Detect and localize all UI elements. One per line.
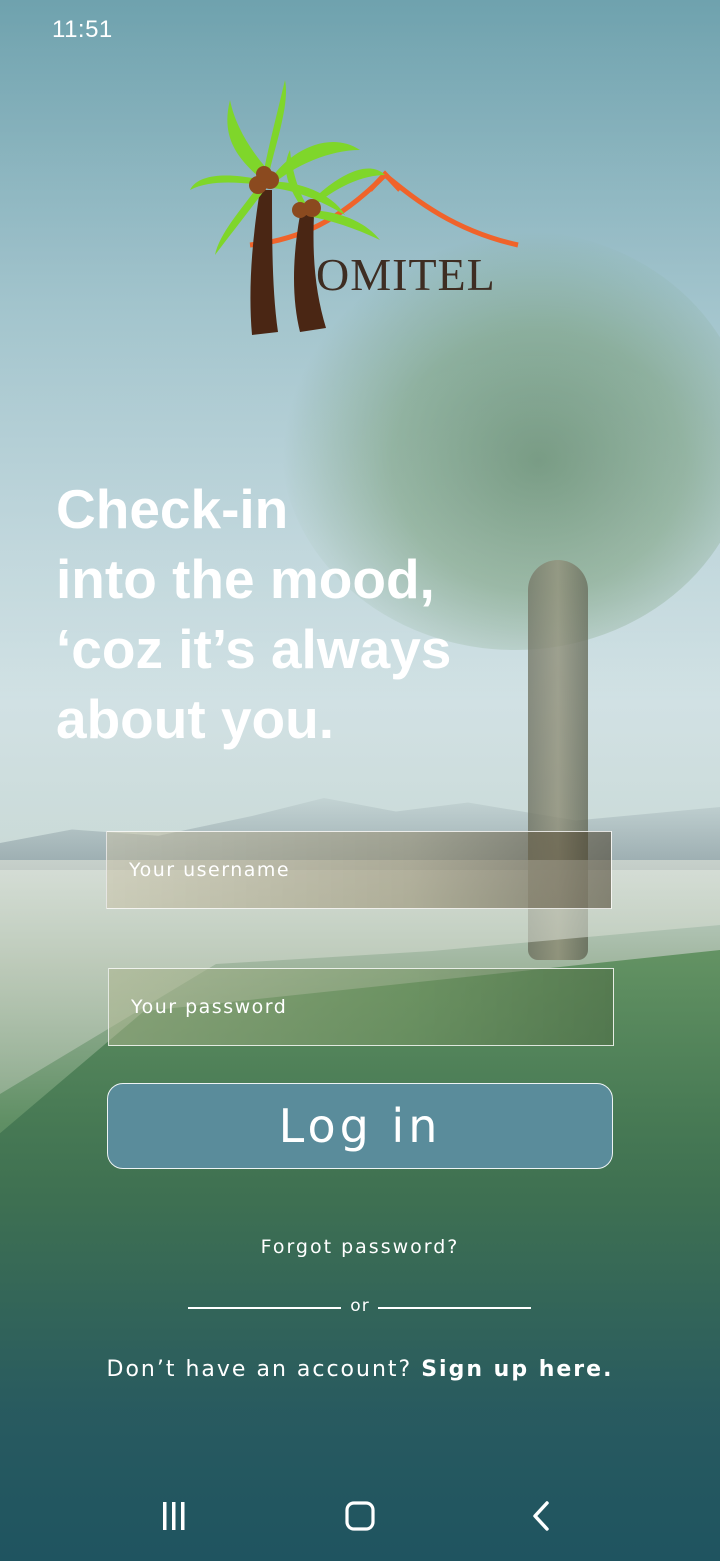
back-icon [533, 1501, 549, 1531]
forgot-password-link[interactable]: Forgot password? [0, 1236, 720, 1258]
username-input[interactable] [107, 832, 611, 908]
divider-line-left [188, 1307, 341, 1309]
recents-button[interactable] [144, 1494, 204, 1538]
status-bar-time: 11:51 [52, 16, 113, 43]
login-button[interactable]: Log in [107, 1083, 613, 1169]
username-field[interactable] [106, 831, 612, 909]
logo-trunk-left-icon [250, 190, 278, 335]
signup-link[interactable]: Sign up here. [421, 1357, 613, 1382]
tagline-line: into the mood, [56, 548, 435, 610]
signup-row: Don’t have an account? Sign up here. [0, 1357, 720, 1382]
divider-or: or [350, 1296, 370, 1316]
tagline-line: ‘coz it’s always [56, 618, 452, 680]
back-button[interactable] [512, 1494, 572, 1538]
password-input[interactable] [109, 969, 613, 1045]
password-field[interactable] [108, 968, 614, 1046]
logo [190, 80, 519, 335]
home-icon [345, 1501, 375, 1531]
tagline-line: Check-in [56, 478, 289, 540]
recents-icon [163, 1502, 185, 1530]
logo-wordmark: OMITEL [316, 249, 496, 300]
logo-palm-leaves-icon [190, 80, 385, 255]
signup-prompt: Don’t have an account? [106, 1357, 413, 1382]
tagline-line: about you. [56, 688, 335, 750]
tagline: Check-in into the mood, ‘coz it’s always… [56, 474, 656, 754]
home-button[interactable] [330, 1494, 390, 1538]
system-nav-bar [0, 1480, 720, 1561]
divider-line-right [378, 1307, 531, 1309]
